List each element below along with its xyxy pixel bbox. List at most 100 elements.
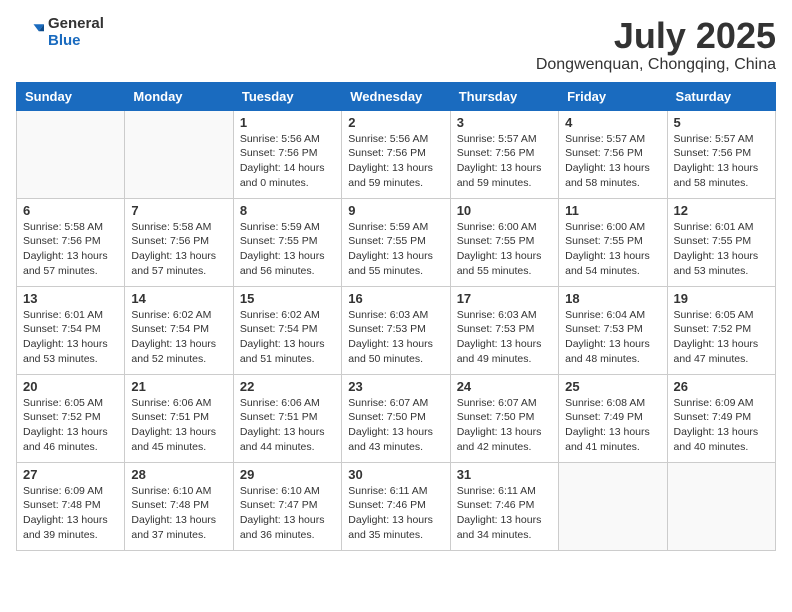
month-year-title: July 2025 (536, 16, 776, 56)
day-number: 24 (457, 379, 552, 394)
logo-blue-text: Blue (48, 33, 104, 50)
calendar-cell: 25 Sunrise: 6:08 AMSunset: 7:49 PMDayligh… (559, 374, 667, 462)
weekday-header-thursday: Thursday (450, 82, 558, 110)
weekday-header-tuesday: Tuesday (233, 82, 341, 110)
day-number: 12 (674, 203, 769, 218)
day-number: 10 (457, 203, 552, 218)
cell-info: Sunrise: 6:10 AMSunset: 7:48 PMDaylight:… (131, 484, 226, 543)
weekday-row: SundayMondayTuesdayWednesdayThursdayFrid… (17, 82, 776, 110)
cell-info: Sunrise: 5:57 AMSunset: 7:56 PMDaylight:… (674, 132, 769, 191)
cell-info: Sunrise: 5:58 AMSunset: 7:56 PMDaylight:… (23, 220, 118, 279)
day-number: 1 (240, 115, 335, 130)
location-subtitle: Dongwenquan, Chongqing, China (536, 56, 776, 74)
cell-info: Sunrise: 6:04 AMSunset: 7:53 PMDaylight:… (565, 308, 660, 367)
calendar-cell: 5 Sunrise: 5:57 AMSunset: 7:56 PMDaylight… (667, 110, 775, 198)
cell-info: Sunrise: 6:09 AMSunset: 7:49 PMDaylight:… (674, 396, 769, 455)
cell-info: Sunrise: 5:56 AMSunset: 7:56 PMDaylight:… (348, 132, 443, 191)
calendar-cell: 18 Sunrise: 6:04 AMSunset: 7:53 PMDayligh… (559, 286, 667, 374)
calendar-cell: 30 Sunrise: 6:11 AMSunset: 7:46 PMDayligh… (342, 462, 450, 550)
cell-info: Sunrise: 6:02 AMSunset: 7:54 PMDaylight:… (131, 308, 226, 367)
day-number: 27 (23, 467, 118, 482)
day-number: 22 (240, 379, 335, 394)
calendar-cell: 24Sunrise: 6:07 AMSunset: 7:50 PMDayligh… (450, 374, 558, 462)
calendar-cell: 16 Sunrise: 6:03 AMSunset: 7:53 PMDayligh… (342, 286, 450, 374)
calendar-cell: 8 Sunrise: 5:59 AMSunset: 7:55 PMDaylight… (233, 198, 341, 286)
calendar-cell: 10 Sunrise: 6:00 AMSunset: 7:55 PMDayligh… (450, 198, 558, 286)
calendar-cell: 27 Sunrise: 6:09 AMSunset: 7:48 PMDayligh… (17, 462, 125, 550)
logo-text: General Blue (48, 16, 104, 49)
week-row-5: 27 Sunrise: 6:09 AMSunset: 7:48 PMDayligh… (17, 462, 776, 550)
calendar-cell: 1 Sunrise: 5:56 AMSunset: 7:56 PMDaylight… (233, 110, 341, 198)
day-number: 21 (131, 379, 226, 394)
cell-info: Sunrise: 6:03 AMSunset: 7:53 PMDaylight:… (457, 308, 552, 367)
calendar-cell: 19Sunrise: 6:05 AMSunset: 7:52 PMDayligh… (667, 286, 775, 374)
day-number: 20 (23, 379, 118, 394)
day-number: 18 (565, 291, 660, 306)
cell-info: Sunrise: 6:06 AMSunset: 7:51 PMDaylight:… (240, 396, 335, 455)
calendar-cell: 22 Sunrise: 6:06 AMSunset: 7:51 PMDayligh… (233, 374, 341, 462)
cell-info: Sunrise: 6:00 AMSunset: 7:55 PMDaylight:… (457, 220, 552, 279)
logo: General Blue (16, 16, 104, 49)
day-number: 28 (131, 467, 226, 482)
cell-info: Sunrise: 5:57 AMSunset: 7:56 PMDaylight:… (565, 132, 660, 191)
day-number: 4 (565, 115, 660, 130)
day-number: 31 (457, 467, 552, 482)
calendar-table: SundayMondayTuesdayWednesdayThursdayFrid… (16, 82, 776, 551)
week-row-4: 20Sunrise: 6:05 AMSunset: 7:52 PMDayligh… (17, 374, 776, 462)
calendar-header: SundayMondayTuesdayWednesdayThursdayFrid… (17, 82, 776, 110)
calendar-cell: 2Sunrise: 5:56 AMSunset: 7:56 PMDaylight… (342, 110, 450, 198)
calendar-cell: 31 Sunrise: 6:11 AMSunset: 7:46 PMDayligh… (450, 462, 558, 550)
calendar-cell: 29 Sunrise: 6:10 AMSunset: 7:47 PMDayligh… (233, 462, 341, 550)
calendar-cell: 21 Sunrise: 6:06 AMSunset: 7:51 PMDayligh… (125, 374, 233, 462)
day-number: 8 (240, 203, 335, 218)
day-number: 7 (131, 203, 226, 218)
weekday-header-saturday: Saturday (667, 82, 775, 110)
calendar-cell: 20Sunrise: 6:05 AMSunset: 7:52 PMDayligh… (17, 374, 125, 462)
calendar-cell (559, 462, 667, 550)
cell-info: Sunrise: 6:09 AMSunset: 7:48 PMDaylight:… (23, 484, 118, 543)
cell-info: Sunrise: 6:01 AMSunset: 7:55 PMDaylight:… (674, 220, 769, 279)
day-number: 30 (348, 467, 443, 482)
calendar-cell (17, 110, 125, 198)
day-number: 29 (240, 467, 335, 482)
cell-info: Sunrise: 5:59 AMSunset: 7:55 PMDaylight:… (240, 220, 335, 279)
calendar-cell: 28 Sunrise: 6:10 AMSunset: 7:48 PMDayligh… (125, 462, 233, 550)
calendar-cell: 23Sunrise: 6:07 AMSunset: 7:50 PMDayligh… (342, 374, 450, 462)
day-number: 6 (23, 203, 118, 218)
cell-info: Sunrise: 5:56 AMSunset: 7:56 PMDaylight:… (240, 132, 335, 191)
week-row-1: 1 Sunrise: 5:56 AMSunset: 7:56 PMDaylight… (17, 110, 776, 198)
cell-info: Sunrise: 6:05 AMSunset: 7:52 PMDaylight:… (674, 308, 769, 367)
calendar-cell: 3 Sunrise: 5:57 AMSunset: 7:56 PMDaylight… (450, 110, 558, 198)
cell-info: Sunrise: 5:57 AMSunset: 7:56 PMDaylight:… (457, 132, 552, 191)
cell-info: Sunrise: 6:06 AMSunset: 7:51 PMDaylight:… (131, 396, 226, 455)
cell-info: Sunrise: 6:02 AMSunset: 7:54 PMDaylight:… (240, 308, 335, 367)
cell-info: Sunrise: 6:10 AMSunset: 7:47 PMDaylight:… (240, 484, 335, 543)
calendar-cell: 7Sunrise: 5:58 AMSunset: 7:56 PMDaylight… (125, 198, 233, 286)
weekday-header-monday: Monday (125, 82, 233, 110)
weekday-header-sunday: Sunday (17, 82, 125, 110)
day-number: 15 (240, 291, 335, 306)
day-number: 13 (23, 291, 118, 306)
day-number: 25 (565, 379, 660, 394)
day-number: 5 (674, 115, 769, 130)
calendar-cell (125, 110, 233, 198)
week-row-2: 6 Sunrise: 5:58 AMSunset: 7:56 PMDaylight… (17, 198, 776, 286)
week-row-3: 13Sunrise: 6:01 AMSunset: 7:54 PMDayligh… (17, 286, 776, 374)
calendar-cell: 4 Sunrise: 5:57 AMSunset: 7:56 PMDaylight… (559, 110, 667, 198)
calendar-cell: 6 Sunrise: 5:58 AMSunset: 7:56 PMDaylight… (17, 198, 125, 286)
day-number: 14 (131, 291, 226, 306)
calendar-cell (667, 462, 775, 550)
cell-info: Sunrise: 6:07 AMSunset: 7:50 PMDaylight:… (348, 396, 443, 455)
title-area: July 2025 Dongwenquan, Chongqing, China (536, 16, 776, 74)
cell-info: Sunrise: 6:11 AMSunset: 7:46 PMDaylight:… (457, 484, 552, 543)
day-number: 16 (348, 291, 443, 306)
cell-info: Sunrise: 6:08 AMSunset: 7:49 PMDaylight:… (565, 396, 660, 455)
cell-info: Sunrise: 6:11 AMSunset: 7:46 PMDaylight:… (348, 484, 443, 543)
cell-info: Sunrise: 6:03 AMSunset: 7:53 PMDaylight:… (348, 308, 443, 367)
weekday-header-friday: Friday (559, 82, 667, 110)
calendar-cell: 12 Sunrise: 6:01 AMSunset: 7:55 PMDayligh… (667, 198, 775, 286)
logo-icon (16, 19, 44, 47)
day-number: 26 (674, 379, 769, 394)
weekday-header-wednesday: Wednesday (342, 82, 450, 110)
day-number: 3 (457, 115, 552, 130)
